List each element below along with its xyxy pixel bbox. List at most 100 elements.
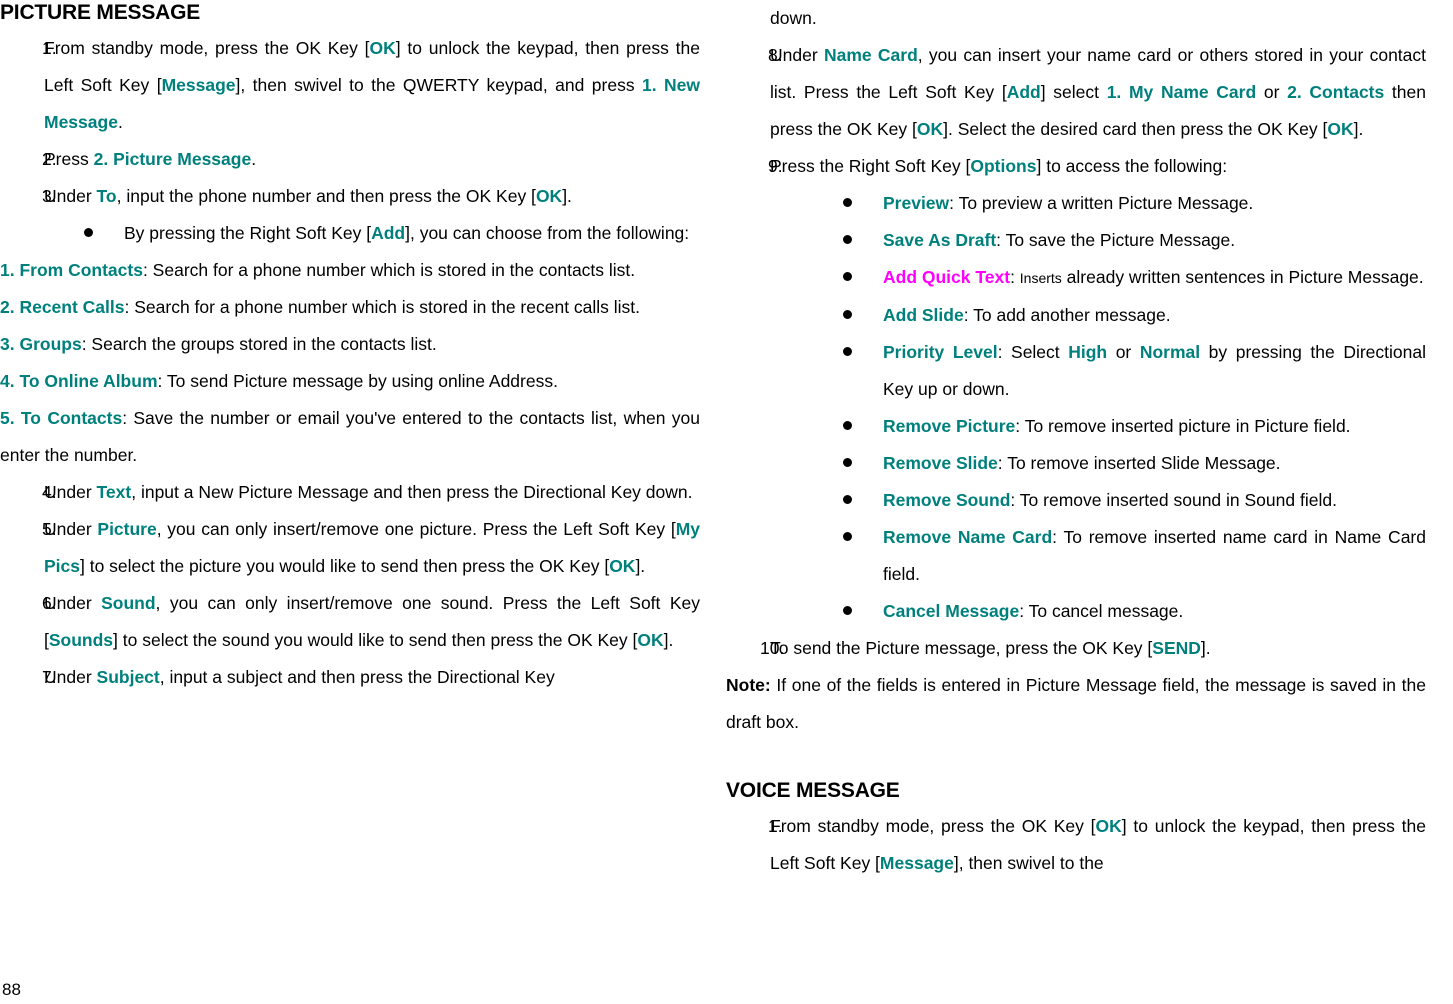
- option-label: Save As Draft: [883, 230, 997, 250]
- text-run: Under: [44, 482, 97, 503]
- option-text: : To save the Picture Message.: [996, 230, 1236, 250]
- field-label-name-card: Name Card: [823, 45, 918, 65]
- option-label: Preview: [883, 193, 950, 213]
- text-run: ] select: [1040, 82, 1107, 102]
- text-run: Press the Right Soft Key [: [770, 156, 971, 176]
- option-text: : To cancel message.: [1019, 601, 1184, 621]
- list-number: 6.: [42, 593, 57, 614]
- list-item-voice-step-1: 1. From standby mode, press the OK Key […: [726, 808, 1426, 882]
- list-item-option-remove-sound: Remove Sound: To remove inserted sound i…: [726, 482, 1426, 519]
- option-text: : To remove inserted picture in Picture …: [1015, 416, 1351, 436]
- list-item-step-6: 6. Under Sound, you can only insert/remo…: [0, 585, 700, 659]
- left-column: PICTURE MESSAGE 1. From standby mode, pr…: [0, 0, 700, 696]
- option-label: Remove Sound: [883, 490, 1011, 510]
- list-text: To send the Picture message, press the O…: [770, 630, 1426, 667]
- field-label-sound: Sound: [101, 593, 156, 614]
- text-run: ], you can choose from the following:: [405, 223, 690, 244]
- list-item-step-1: 1. From standby mode, press the OK Key […: [0, 30, 700, 141]
- list-text: By pressing the Right Soft Key [Add], yo…: [124, 215, 700, 252]
- text-run: Under: [44, 519, 98, 540]
- text-run: By pressing the Right Soft Key [: [124, 223, 372, 244]
- key-label-ok: OK: [637, 630, 664, 651]
- key-label-add: Add: [371, 223, 406, 244]
- option-entry-to-online-album: 4. To Online Album: To send Picture mess…: [0, 363, 700, 400]
- option-label: 2. Recent Calls: [0, 297, 125, 318]
- bullet-icon: [84, 215, 124, 252]
- option-label: Remove Name Card: [883, 527, 1053, 547]
- list-number: 3.: [42, 186, 57, 207]
- list-item-option-add-quick-text: Add Quick Text: Inserts already written …: [726, 259, 1426, 297]
- key-label-message: Message: [161, 75, 236, 96]
- list-text: Preview: To preview a written Picture Me…: [883, 185, 1426, 222]
- list-text: Under Text, input a New Picture Message …: [44, 474, 700, 511]
- list-text: Under Picture, you can only insert/remov…: [44, 511, 700, 585]
- key-label-ok: OK: [609, 556, 636, 577]
- text-run: ] to access the following:: [1036, 156, 1228, 176]
- text-run: Under: [770, 45, 824, 65]
- list-item-step-9: 9. Press the Right Soft Key [Options] to…: [726, 148, 1426, 185]
- list-item-bullet-add-key: By pressing the Right Soft Key [Add], yo…: [0, 215, 700, 252]
- list-text: Under Sound, you can only insert/remove …: [44, 585, 700, 659]
- list-item-step-7-continued: down.: [726, 0, 1426, 37]
- list-text: down.: [770, 8, 817, 28]
- option-entry-from-contacts: 1. From Contacts: Search for a phone num…: [0, 252, 700, 289]
- page-title-voice-message: VOICE MESSAGE: [726, 779, 900, 802]
- list-item-option-preview: Preview: To preview a written Picture Me…: [726, 185, 1426, 222]
- option-label: Add Slide: [883, 305, 964, 325]
- list-text: Press 2. Picture Message.: [44, 141, 700, 178]
- list-text: Remove Slide: To remove inserted Slide M…: [883, 445, 1426, 482]
- note-text: If one of the fields is entered in Pictu…: [726, 675, 1426, 732]
- list-text: Press the Right Soft Key [Options] to ac…: [770, 148, 1426, 185]
- text-run: ] to select the sound you would like to …: [113, 630, 638, 651]
- list-item-option-cancel-message: Cancel Message: To cancel message.: [726, 593, 1426, 630]
- list-number: 10.: [760, 638, 785, 658]
- manual-page: PICTURE MESSAGE 1. From standby mode, pr…: [0, 0, 1453, 1004]
- key-label-ok: OK: [916, 119, 944, 139]
- option-entry-recent-calls: 2. Recent Calls: Search for a phone numb…: [0, 289, 700, 326]
- option-text: : Search for a phone number which is sto…: [124, 297, 641, 318]
- list-item-option-add-slide: Add Slide: To add another message.: [726, 297, 1426, 334]
- list-item-step-5: 5. Under Picture, you can only insert/re…: [0, 511, 700, 585]
- list-item-step-3: 3. Under To, input the phone number and …: [0, 178, 700, 215]
- text-run: Under: [44, 186, 97, 207]
- list-number: 1.: [768, 816, 783, 837]
- value-normal: Normal: [1139, 342, 1201, 362]
- bullet-icon: [843, 519, 883, 556]
- text-run: , input a New Picture Message and then p…: [131, 482, 693, 503]
- list-number: 8.: [768, 45, 783, 65]
- list-item-option-save-as-draft: Save As Draft: To save the Picture Messa…: [726, 222, 1426, 259]
- key-label-message: Message: [879, 853, 954, 874]
- list-text: Remove Name Card: To remove inserted nam…: [883, 519, 1426, 593]
- list-text: From standby mode, press the OK Key [OK]…: [44, 30, 700, 141]
- list-item-step-2: 2. Press 2. Picture Message.: [0, 141, 700, 178]
- option-text: : Search the groups stored in the contac…: [81, 334, 437, 355]
- field-label-picture: Picture: [97, 519, 157, 540]
- text-run: ].: [1200, 638, 1211, 658]
- option-text: : To remove inserted Slide Message.: [997, 453, 1281, 473]
- list-text: Add Slide: To add another message.: [883, 297, 1426, 334]
- text-run: : Select: [997, 342, 1069, 362]
- text-run: ].: [635, 556, 646, 577]
- option-label: 4. To Online Album: [0, 371, 158, 392]
- list-item-step-7: 7. Under Subject, input a subject and th…: [0, 659, 700, 696]
- page-title-picture-message: PICTURE MESSAGE: [0, 1, 201, 24]
- text-run: ].: [562, 186, 572, 207]
- bullet-icon: [843, 593, 883, 630]
- text-run: Under: [44, 593, 102, 614]
- text-run: ].: [1353, 119, 1364, 139]
- option-label: Remove Slide: [883, 453, 998, 473]
- note-label: Note:: [726, 675, 771, 695]
- option-text: : To remove inserted sound in Sound fiel…: [1010, 490, 1337, 510]
- option-label: Cancel Message: [883, 601, 1020, 621]
- list-item-step-8: 8. Under Name Card, you can insert your …: [726, 37, 1426, 148]
- text-run: ], then swivel to the: [953, 853, 1104, 874]
- list-number: 1.: [42, 38, 57, 59]
- option-text-small: Inserts: [1019, 270, 1062, 286]
- bullet-icon: [843, 334, 883, 371]
- text-run: ], then swivel to the QWERTY keypad, and…: [235, 75, 642, 96]
- list-text: Remove Sound: To remove inserted sound i…: [883, 482, 1426, 519]
- option-entry-to-contacts: 5. To Contacts: Save the number or email…: [0, 400, 700, 474]
- menu-label-picture-message: 2. Picture Message: [93, 149, 252, 170]
- list-text: Cancel Message: To cancel message.: [883, 593, 1426, 630]
